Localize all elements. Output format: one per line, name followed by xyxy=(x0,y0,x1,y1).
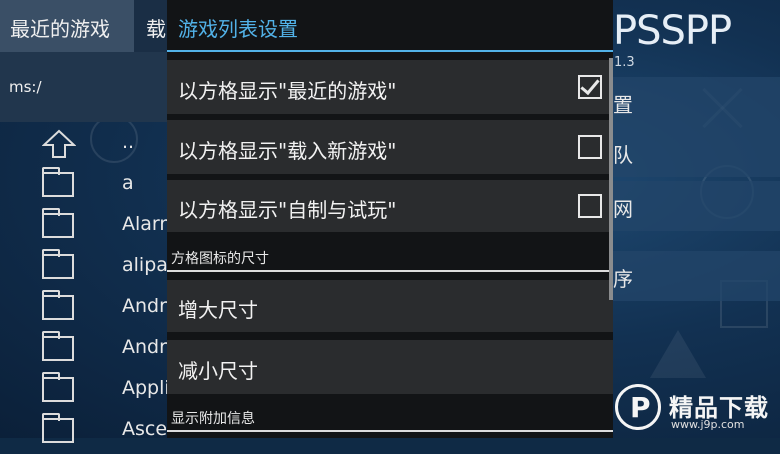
file-name: .. xyxy=(122,131,135,153)
menu-button-label: 置 xyxy=(613,93,633,117)
app-logo: PSSPP xyxy=(613,8,732,54)
folder-icon xyxy=(42,290,74,320)
triangle-symbol xyxy=(650,330,706,378)
checkbox-checked-icon[interactable] xyxy=(578,75,602,99)
watermark-logo: 精品下载 www.j9p.com xyxy=(613,382,780,438)
file-row[interactable]: alipa xyxy=(0,249,168,290)
tab-recent-label: 最近的游戏 xyxy=(10,17,110,41)
folder-icon xyxy=(42,413,74,443)
app-version: 1.3 xyxy=(614,55,635,70)
grid-homebrew-option[interactable]: 以方格显示"自制与试玩" xyxy=(167,180,613,232)
current-path: ms:/ xyxy=(9,78,42,96)
file-name: alipa xyxy=(122,254,168,276)
option-label: 增大尺寸 xyxy=(178,298,258,322)
section-header-extra-info: 显示附加信息 xyxy=(171,411,255,427)
file-name: a xyxy=(122,172,134,194)
option-label: 以方格显示"自制与试玩" xyxy=(178,198,397,222)
tab-bar: 最近的游戏 载 xyxy=(0,0,167,52)
grid-recent-games-option[interactable]: 以方格显示"最近的游戏" xyxy=(167,60,613,114)
folder-icon xyxy=(42,249,74,279)
decrease-size-button[interactable]: 减小尺寸 xyxy=(167,340,613,394)
up-arrow-icon xyxy=(42,129,76,158)
file-name: Alarn xyxy=(122,213,172,235)
file-row[interactable]: Asce xyxy=(0,413,168,454)
section-divider xyxy=(167,430,613,432)
game-list-settings-dialog: 游戏列表设置 以方格显示"最近的游戏" 以方格显示"载入新游戏" 以方格显示"自… xyxy=(167,0,613,438)
option-label: 以方格显示"载入新游戏" xyxy=(178,139,397,163)
title-divider xyxy=(167,50,613,52)
file-row[interactable]: Andro xyxy=(0,331,178,372)
folder-icon xyxy=(42,208,74,238)
folder-icon xyxy=(42,372,74,402)
section-divider xyxy=(167,270,613,272)
grid-load-games-option[interactable]: 以方格显示"载入新游戏" xyxy=(167,120,613,174)
menu-button-label: 队 xyxy=(613,143,633,167)
folder-icon xyxy=(42,167,74,197)
checkbox-unchecked-icon[interactable] xyxy=(578,194,602,218)
tab-recent-games[interactable]: 最近的游戏 xyxy=(0,0,134,52)
file-name: Asce xyxy=(122,418,168,440)
folder-icon xyxy=(42,331,74,361)
checkbox-unchecked-icon[interactable] xyxy=(578,135,602,159)
menu-button-about[interactable]: 序 xyxy=(613,251,780,301)
file-row[interactable]: a xyxy=(0,167,167,208)
watermark-url: www.j9p.com xyxy=(671,418,745,431)
increase-size-button[interactable]: 增大尺寸 xyxy=(167,280,613,332)
menu-button-label: 网 xyxy=(613,197,633,221)
section-header-icon-size: 方格图标的尺寸 xyxy=(171,251,269,267)
tab-load-games[interactable]: 载 xyxy=(146,13,166,42)
file-row-up[interactable]: .. xyxy=(0,127,167,167)
menu-button-web[interactable]: 网 xyxy=(613,181,780,231)
dialog-scrollbar[interactable] xyxy=(609,58,613,300)
option-label: 减小尺寸 xyxy=(178,359,258,383)
menu-button-label: 序 xyxy=(613,267,633,291)
dialog-title: 游戏列表设置 xyxy=(178,17,298,41)
path-bar: ms:/ xyxy=(0,52,167,122)
file-row[interactable]: Alarn xyxy=(0,208,171,249)
file-row[interactable]: Appli xyxy=(0,372,170,413)
watermark-p-icon xyxy=(615,384,661,430)
menu-button-settings[interactable]: 置 xyxy=(613,77,780,127)
option-label: 以方格显示"最近的游戏" xyxy=(178,79,397,103)
menu-button-team[interactable]: 队 xyxy=(613,127,780,177)
file-name: Appli xyxy=(122,377,170,399)
file-row[interactable]: Andro xyxy=(0,290,178,331)
